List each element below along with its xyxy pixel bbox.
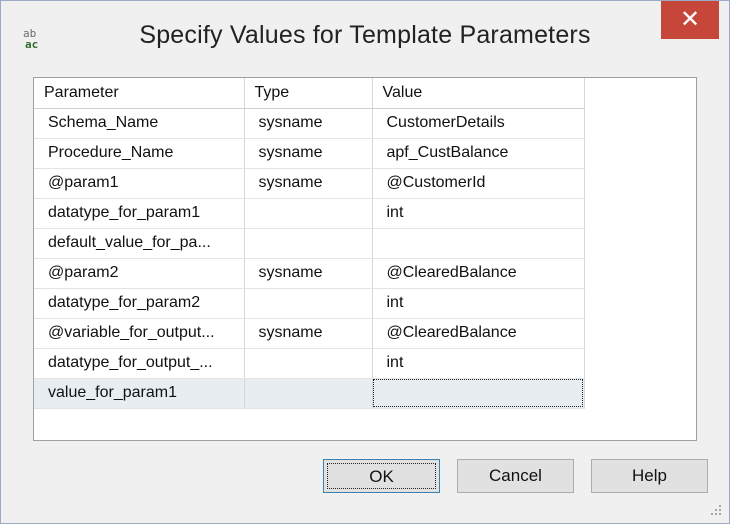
cell-parameter: Procedure_Name bbox=[34, 138, 245, 169]
parameters-grid[interactable]: Parameter Type Value Schema_Name sysname C… bbox=[33, 77, 697, 441]
help-button[interactable]: Help bbox=[591, 459, 708, 493]
table-row[interactable]: @param2 sysname @ClearedBalance bbox=[34, 258, 585, 289]
cell-value[interactable] bbox=[372, 378, 585, 409]
cell-type bbox=[244, 378, 373, 409]
column-header-value[interactable]: Value bbox=[372, 78, 585, 109]
dialog-window: ab ac Specify Values for Template Parame… bbox=[0, 0, 730, 524]
table-row[interactable]: datatype_for_param1 int bbox=[34, 198, 585, 229]
dialog-title: Specify Values for Template Parameters bbox=[139, 21, 591, 49]
grid-header-row: Parameter Type Value bbox=[34, 78, 585, 109]
cell-type: sysname bbox=[244, 138, 373, 169]
close-button[interactable]: ✕ bbox=[661, 1, 719, 39]
parameters-table: Parameter Type Value Schema_Name sysname C… bbox=[34, 78, 585, 409]
cell-parameter: default_value_for_pa... bbox=[34, 228, 245, 259]
cell-parameter: @param2 bbox=[34, 258, 245, 289]
cell-value[interactable]: @CustomerId bbox=[372, 168, 585, 199]
cell-type: sysname bbox=[244, 168, 373, 199]
cell-type bbox=[244, 228, 373, 259]
cell-value[interactable] bbox=[372, 228, 585, 259]
cell-parameter: Schema_Name bbox=[34, 108, 245, 139]
resize-grip-icon[interactable] bbox=[705, 501, 725, 521]
column-header-parameter[interactable]: Parameter bbox=[34, 78, 245, 109]
table-row[interactable]: value_for_param1 bbox=[34, 378, 585, 409]
cell-parameter: @param1 bbox=[34, 168, 245, 199]
table-row[interactable]: @variable_for_output... sysname @ClearedBa… bbox=[34, 318, 585, 349]
cell-type bbox=[244, 198, 373, 229]
cell-type: sysname bbox=[244, 258, 373, 289]
table-row[interactable]: datatype_for_param2 int bbox=[34, 288, 585, 319]
close-icon: ✕ bbox=[679, 5, 701, 33]
cell-parameter: datatype_for_param1 bbox=[34, 198, 245, 229]
cell-value[interactable]: apf_CustBalance bbox=[372, 138, 585, 169]
table-row[interactable]: Schema_Name sysname CustomerDetails bbox=[34, 108, 585, 139]
cell-parameter: value_for_param1 bbox=[34, 378, 245, 409]
ok-button-label: OK bbox=[327, 463, 436, 489]
ok-button[interactable]: OK bbox=[323, 459, 440, 493]
cell-type: sysname bbox=[244, 108, 373, 139]
column-header-type[interactable]: Type bbox=[244, 78, 373, 109]
cell-value[interactable]: int bbox=[372, 288, 585, 319]
table-row[interactable]: default_value_for_pa... bbox=[34, 228, 585, 259]
cell-value[interactable]: int bbox=[372, 198, 585, 229]
cell-value[interactable]: int bbox=[372, 348, 585, 379]
table-row[interactable]: datatype_for_output_... int bbox=[34, 348, 585, 379]
title-bar[interactable]: ab ac Specify Values for Template Parame… bbox=[1, 1, 729, 77]
cell-type bbox=[244, 288, 373, 319]
cell-value[interactable]: @ClearedBalance bbox=[372, 318, 585, 349]
cell-type bbox=[244, 348, 373, 379]
cell-value[interactable]: CustomerDetails bbox=[372, 108, 585, 139]
cell-type: sysname bbox=[244, 318, 373, 349]
table-row[interactable]: @param1 sysname @CustomerId bbox=[34, 168, 585, 199]
cell-value[interactable]: @ClearedBalance bbox=[372, 258, 585, 289]
table-row[interactable]: Procedure_Name sysname apf_CustBalance bbox=[34, 138, 585, 169]
cell-parameter: datatype_for_param2 bbox=[34, 288, 245, 319]
cancel-button[interactable]: Cancel bbox=[457, 459, 574, 493]
cell-parameter: datatype_for_output_... bbox=[34, 348, 245, 379]
cell-parameter: @variable_for_output... bbox=[34, 318, 245, 349]
